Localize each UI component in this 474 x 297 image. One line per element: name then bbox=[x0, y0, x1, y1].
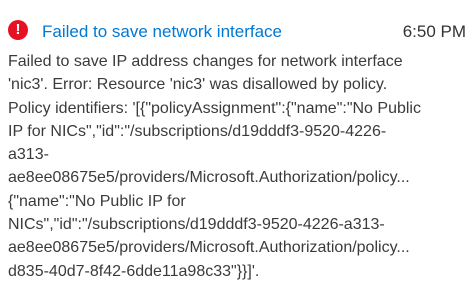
message-line: IP for NICs","id":"/subscriptions/d19ddd… bbox=[8, 122, 387, 140]
message-line: a313- bbox=[8, 146, 49, 164]
notification-time: 6:50 PM bbox=[402, 22, 466, 41]
notification-card[interactable]: ! Failed to save network interface 6:50 … bbox=[0, 0, 474, 297]
message-line: {"name":"No Public IP for bbox=[8, 192, 186, 210]
notification-message: Failed to save IP address changes for ne… bbox=[8, 50, 472, 283]
message-line: Policy identifiers: '[{"policyAssignment… bbox=[8, 99, 421, 117]
notification-title[interactable]: Failed to save network interface bbox=[42, 20, 282, 44]
message-line: ae8ee08675e5/providers/Microsoft.Authori… bbox=[8, 239, 410, 257]
message-line: Failed to save IP address changes for ne… bbox=[8, 53, 403, 70]
notification-header: ! Failed to save network interface 6:50 … bbox=[8, 18, 466, 44]
message-line: NICs","id":"/subscriptions/d19dddf3-9520… bbox=[8, 216, 385, 234]
message-line: ae8ee08675e5/providers/Microsoft.Authori… bbox=[8, 169, 410, 187]
message-line: 'nic3'. Error: Resource 'nic3' was disal… bbox=[8, 76, 388, 94]
message-line: d835-40d7-8f42-6dde11a98c33"}}]'. bbox=[8, 262, 260, 280]
error-icon: ! bbox=[8, 20, 28, 40]
